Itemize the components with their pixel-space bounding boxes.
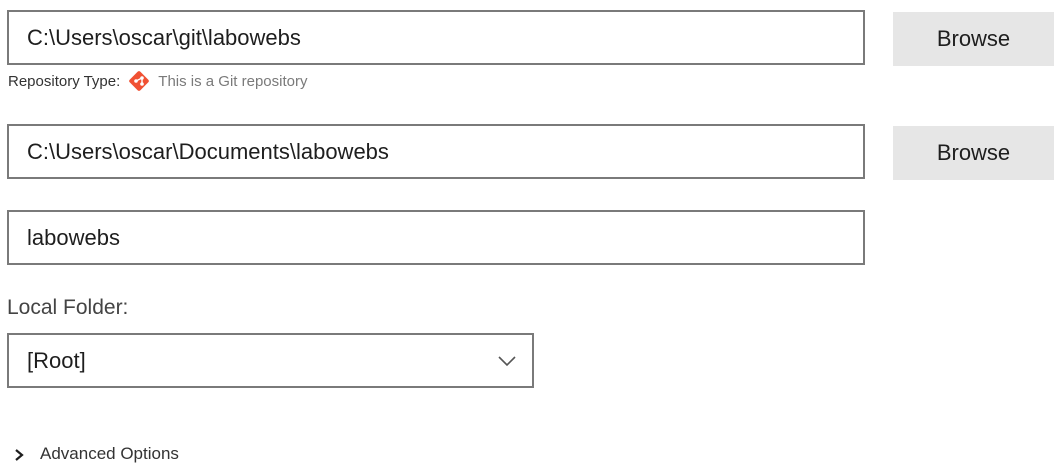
repository-browse-button[interactable]: Browse — [893, 12, 1054, 66]
repository-browse-label: Browse — [936, 26, 1011, 51]
name-value: labowebs — [27, 224, 120, 250]
repository-path-value: C:\Users\oscar\git\labowebs — [27, 24, 301, 50]
advanced-options-toggle[interactable]: Advanced Options — [12, 444, 179, 464]
repository-type-row: Repository Type: This is a Git repositor… — [8, 68, 308, 94]
chevron-down-icon — [496, 349, 518, 371]
local-folder-label: Local Folder: — [7, 296, 129, 319]
repository-settings-panel: C:\Users\oscar\git\labowebs Browse Repos… — [0, 0, 1054, 465]
local-path-value: C:\Users\oscar\Documents\labowebs — [27, 138, 389, 164]
repository-type-label: Repository Type: — [8, 72, 121, 90]
git-icon — [128, 70, 150, 92]
local-path-browse-button[interactable]: Browse — [893, 126, 1054, 180]
local-folder-dropdown[interactable]: [Root] — [7, 333, 534, 388]
local-path-input[interactable]: C:\Users\oscar\Documents\labowebs — [7, 124, 865, 179]
local-folder-selected: [Root] — [27, 347, 86, 373]
advanced-options-label: Advanced Options — [40, 444, 179, 463]
repository-path-input[interactable]: C:\Users\oscar\git\labowebs — [7, 10, 865, 65]
local-path-browse-label: Browse — [936, 140, 1011, 165]
name-input[interactable]: labowebs — [7, 210, 865, 265]
repository-type-value: This is a Git repository — [158, 72, 308, 90]
chevron-right-icon — [12, 447, 26, 461]
